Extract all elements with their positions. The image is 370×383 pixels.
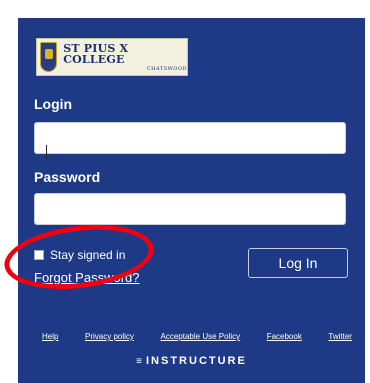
- instructure-icon: ≡: [136, 355, 142, 367]
- text-caret: [46, 145, 47, 159]
- brand-text: INSTRUCTURE: [146, 355, 247, 367]
- school-location: CHATSWOOD: [146, 65, 187, 72]
- password-input[interactable]: [34, 193, 346, 225]
- school-name: ST PIUS X COLLEGE: [63, 41, 129, 66]
- footer-link-facebook[interactable]: Facebook: [267, 332, 302, 341]
- log-in-button[interactable]: Log In: [248, 248, 348, 278]
- password-label: Password: [34, 169, 101, 185]
- forgot-password-link[interactable]: Forgot Password?: [34, 270, 140, 285]
- stay-signed-in-label: Stay signed in: [50, 248, 126, 262]
- crest-icon: [40, 42, 58, 72]
- login-label: Login: [34, 96, 73, 112]
- login-input[interactable]: [34, 122, 346, 154]
- footer-link-help[interactable]: Help: [42, 332, 58, 341]
- instructure-brand: ≡ INSTRUCTURE: [18, 355, 365, 367]
- footer-link-privacy[interactable]: Privacy policy: [85, 332, 134, 341]
- school-logo: ST PIUS X COLLEGE CHATSWOOD: [36, 38, 188, 76]
- stay-signed-in-checkbox[interactable]: [34, 250, 44, 260]
- login-panel: ST PIUS X COLLEGE CHATSWOOD Login Passwo…: [18, 18, 365, 383]
- footer-links: Help Privacy policy Acceptable Use Polic…: [42, 332, 352, 341]
- stay-signed-in[interactable]: Stay signed in: [34, 248, 125, 262]
- footer-link-acceptable-use[interactable]: Acceptable Use Policy: [161, 332, 241, 341]
- footer-link-twitter[interactable]: Twitter: [328, 332, 352, 341]
